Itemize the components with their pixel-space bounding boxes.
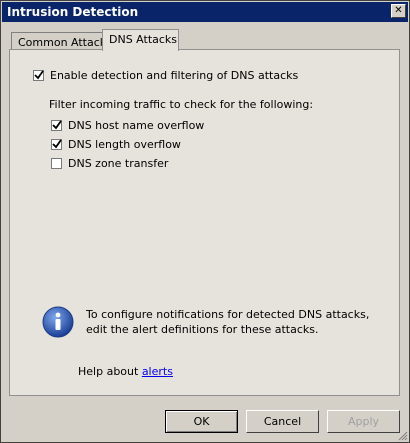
tab-label: Common Attacks	[18, 36, 112, 49]
option-label: DNS zone transfer	[68, 157, 169, 170]
help-prefix: Help about	[78, 365, 142, 378]
option-label: DNS length overflow	[68, 138, 181, 151]
ok-label: OK	[193, 415, 210, 428]
option-label: DNS host name overflow	[68, 119, 205, 132]
dns-attacks-panel: Enable detection and filtering of DNS at…	[9, 49, 400, 396]
window-title: Intrusion Detection	[7, 5, 139, 19]
tab-common-attacks[interactable]: Common Attacks	[11, 32, 112, 50]
dns-host-name-overflow-checkbox[interactable]: DNS host name overflow	[51, 119, 204, 132]
checkmark-icon	[34, 70, 44, 80]
alerts-help-link[interactable]: alerts	[142, 365, 173, 378]
checkmark-icon	[52, 120, 62, 130]
checkbox-box[interactable]	[33, 70, 44, 81]
checkbox-box[interactable]	[51, 158, 62, 169]
apply-button[interactable]: Apply	[327, 410, 400, 433]
filter-heading-text: Filter incoming traffic to check for the…	[49, 98, 314, 111]
enable-dns-filtering-label: Enable detection and filtering of DNS at…	[50, 69, 299, 82]
ok-button[interactable]: OK	[165, 410, 238, 433]
filter-heading: Filter incoming traffic to check for the…	[49, 98, 313, 111]
info-message: To configure notifications for detected …	[86, 308, 370, 336]
dns-zone-transfer-checkbox[interactable]: DNS zone transfer	[51, 157, 168, 170]
checkmark-icon	[52, 139, 62, 149]
help-line: Help about alerts	[78, 365, 173, 378]
checkbox-box[interactable]	[51, 139, 62, 150]
intrusion-detection-dialog: Intrusion Detection ✕ Common Attacks DNS…	[0, 0, 410, 443]
apply-label: Apply	[347, 415, 380, 428]
dns-length-overflow-checkbox[interactable]: DNS length overflow	[51, 138, 181, 151]
close-button[interactable]: ✕	[391, 4, 406, 18]
close-icon: ✕	[394, 5, 403, 16]
cancel-button[interactable]: Cancel	[246, 410, 319, 433]
info-icon	[42, 306, 74, 338]
tab-dns-attacks[interactable]: DNS Attacks	[102, 29, 179, 51]
resize-grip-icon[interactable]	[396, 429, 408, 441]
enable-dns-filtering-checkbox[interactable]: Enable detection and filtering of DNS at…	[33, 69, 298, 82]
cancel-label: Cancel	[263, 415, 302, 428]
tab-label: DNS Attacks	[109, 33, 178, 46]
title-bar[interactable]: Intrusion Detection ✕	[2, 2, 408, 22]
checkbox-box[interactable]	[51, 120, 62, 131]
